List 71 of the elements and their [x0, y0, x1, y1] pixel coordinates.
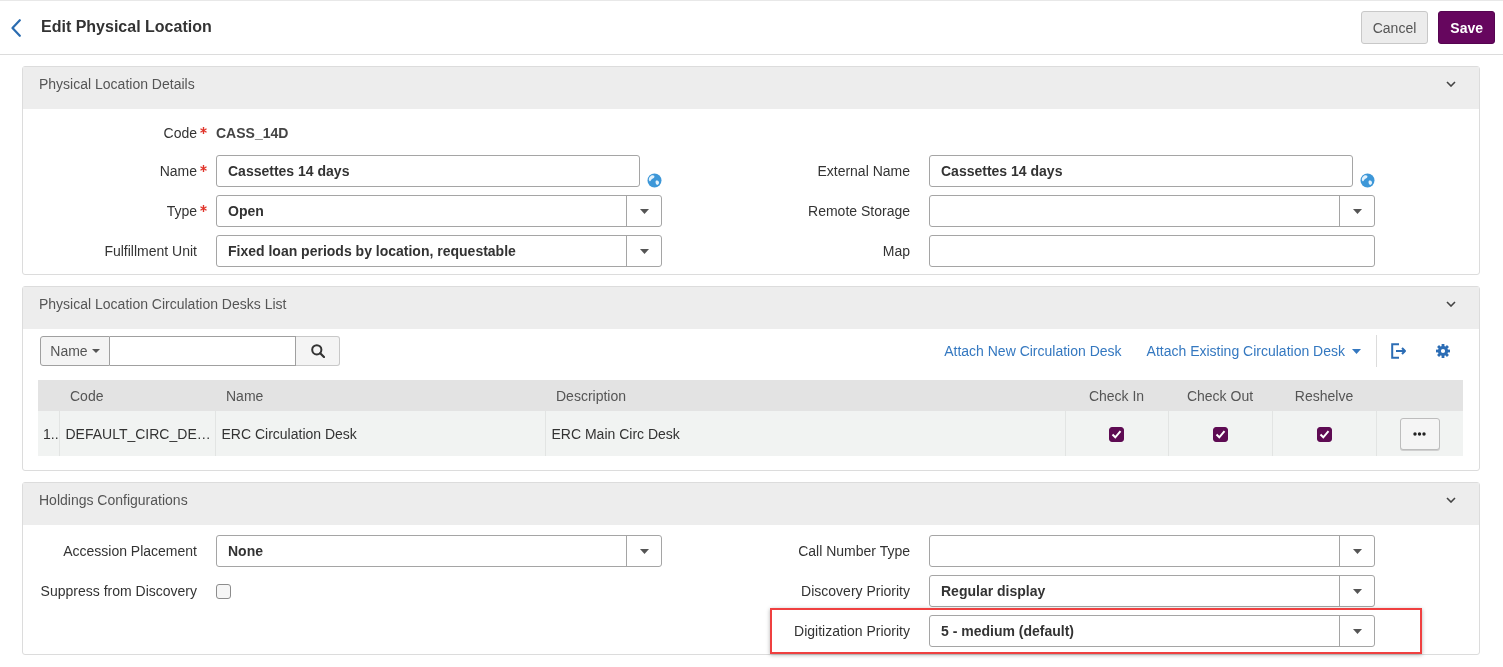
- checkbox[interactable]: [1212, 426, 1228, 442]
- section-title: Physical Location Circulation Desks List: [39, 296, 287, 312]
- column-header[interactable]: Check Out: [1168, 380, 1272, 411]
- chevron-down-icon[interactable]: [1446, 497, 1456, 503]
- checkbox[interactable]: [216, 583, 231, 599]
- export-icon[interactable]: [1390, 343, 1407, 359]
- table-cell: ERC Circulation Desk: [215, 411, 545, 456]
- caret-icon: [1352, 348, 1361, 354]
- column-header[interactable]: Name: [215, 380, 545, 411]
- globe-icon[interactable]: [1360, 173, 1375, 188]
- chevron-down-icon[interactable]: [1446, 301, 1456, 307]
- text-input[interactable]: Cassettes 14 days: [216, 155, 640, 187]
- field-label: Fulfillment Unit: [104, 243, 197, 259]
- row-actions-button[interactable]: [1399, 417, 1440, 450]
- settings-icon[interactable]: [1436, 344, 1450, 358]
- caret-icon: [639, 548, 649, 554]
- column-header[interactable]: Code: [59, 380, 215, 411]
- checkbox[interactable]: [1109, 426, 1124, 442]
- select-field[interactable]: 5 - medium (default): [929, 615, 1375, 647]
- toolbar-link[interactable]: Attach New Circulation Desk: [944, 343, 1122, 359]
- more-icon: [1413, 431, 1427, 436]
- field-value: CASS_14D: [216, 125, 289, 141]
- field-label: Remote Storage: [808, 203, 910, 219]
- search-button[interactable]: [296, 336, 340, 366]
- caret-icon: [1352, 588, 1362, 594]
- field-label: Type: [166, 203, 197, 219]
- field-label: External Name: [817, 163, 910, 179]
- select-field[interactable]: Fixed loan periods by location, requestable: [216, 235, 662, 267]
- field-label: Discovery Priority: [801, 583, 910, 599]
- select-field[interactable]: None: [216, 535, 662, 567]
- field-label: Map: [882, 243, 910, 259]
- column-header[interactable]: Reshelve: [1272, 380, 1376, 411]
- row-number: 1..: [38, 411, 59, 456]
- field-label: Code: [163, 125, 197, 141]
- page-title: Edit Physical Location: [41, 17, 212, 36]
- caret-icon: [1352, 208, 1362, 214]
- column-header[interactable]: Description: [545, 380, 1065, 411]
- save-button[interactable]: Save: [1438, 11, 1495, 44]
- text-input[interactable]: Cassettes 14 days: [929, 155, 1353, 187]
- field-label: Call Number Type: [798, 543, 910, 559]
- select-field[interactable]: [929, 535, 1375, 567]
- caret-icon: [1352, 548, 1362, 554]
- checkbox[interactable]: [1316, 426, 1332, 442]
- section-header[interactable]: Physical Location Details: [23, 67, 1479, 109]
- table-cell: DEFAULT_CIRC_DE…: [59, 411, 215, 456]
- back-icon[interactable]: [11, 18, 21, 37]
- section-title: Holdings Configurations: [39, 492, 188, 508]
- chevron-down-icon[interactable]: [1446, 81, 1456, 87]
- search-icon: [310, 344, 325, 358]
- select-field[interactable]: [929, 195, 1375, 227]
- caret-icon: [639, 248, 649, 254]
- section-header[interactable]: Holdings Configurations: [23, 483, 1479, 525]
- search-scope-dropdown[interactable]: Name: [40, 336, 110, 366]
- field-label: Suppress from Discovery: [40, 583, 197, 599]
- text-input[interactable]: [929, 235, 1375, 267]
- field-label: Name: [159, 163, 197, 179]
- select-field[interactable]: Open: [216, 195, 662, 227]
- globe-icon[interactable]: [647, 173, 662, 188]
- toolbar-link[interactable]: Attach Existing Circulation Desk: [1146, 343, 1361, 359]
- cancel-button[interactable]: Cancel: [1360, 11, 1429, 44]
- column-header[interactable]: Check In: [1065, 380, 1168, 411]
- select-field[interactable]: Regular display: [929, 575, 1375, 607]
- field-label: Digitization Priority: [794, 623, 910, 639]
- search-field[interactable]: [110, 336, 296, 366]
- caret-icon: [91, 349, 100, 353]
- caret-icon: [639, 208, 649, 214]
- table-cell: ERC Main Circ Desk: [545, 411, 1065, 456]
- section-title: Physical Location Details: [39, 76, 195, 92]
- section-header[interactable]: Physical Location Circulation Desks List: [23, 287, 1479, 329]
- caret-icon: [1352, 628, 1362, 634]
- field-label: Accession Placement: [63, 543, 197, 559]
